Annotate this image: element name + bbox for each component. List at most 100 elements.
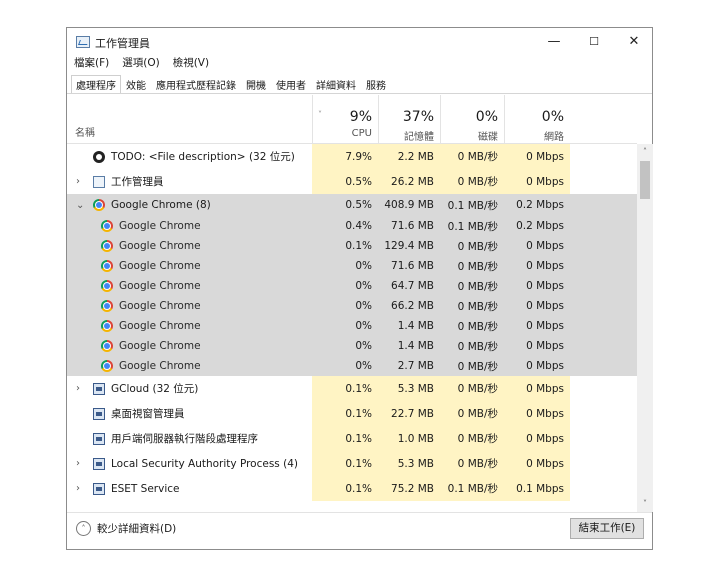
tab-performance[interactable]: 效能: [121, 75, 151, 93]
chrome-icon: [101, 320, 113, 332]
column-header-cpu[interactable]: 9% CPU: [312, 95, 378, 143]
tab-users[interactable]: 使用者: [271, 75, 311, 93]
process-cpu: 0%: [312, 336, 378, 356]
process-row[interactable]: Google Chrome 0% 2.7 MB 0 MB/秒 0 Mbps: [67, 356, 637, 376]
menu-view[interactable]: 檢視(V): [171, 55, 211, 71]
column-name-label: 名稱: [75, 128, 95, 139]
process-name: 工作管理員: [111, 176, 164, 188]
task-manager-icon: [93, 176, 105, 188]
process-cpu: 0%: [312, 316, 378, 336]
process-network: 0.2 Mbps: [504, 216, 570, 236]
process-memory: 66.2 MB: [378, 296, 440, 316]
cpu-label: CPU: [351, 128, 372, 139]
tab-services[interactable]: 服務: [361, 75, 391, 93]
process-row[interactable]: 用戶端伺服器執行階段處理程序 0.1% 1.0 MB 0 MB/秒 0 Mbps: [67, 426, 637, 451]
tab-processes[interactable]: 處理程序: [71, 75, 121, 93]
process-disk: 0.1 MB/秒: [440, 216, 504, 236]
process-network: 0 Mbps: [504, 296, 570, 316]
process-name: Local Security Authority Process (4): [111, 457, 298, 470]
process-network: 0 Mbps: [504, 144, 570, 169]
process-row[interactable]: Google Chrome 0% 64.7 MB 0 MB/秒 0 Mbps: [67, 276, 637, 296]
process-row[interactable]: › GCloud (32 位元) 0.1% 5.3 MB 0 MB/秒 0 Mbps: [67, 376, 637, 401]
process-row[interactable]: Google Chrome 0% 66.2 MB 0 MB/秒 0 Mbps: [67, 296, 637, 316]
chrome-icon: [93, 199, 105, 211]
chrome-icon: [101, 260, 113, 272]
process-disk: 0 MB/秒: [440, 276, 504, 296]
column-header-network[interactable]: 0% 網路: [504, 95, 570, 143]
column-header-name[interactable]: 名稱: [67, 95, 312, 143]
menu-options[interactable]: 選項(O): [120, 55, 161, 71]
fewer-details-toggle[interactable]: ˄ 較少詳細資料(D): [76, 521, 176, 536]
cpu-total: 9%: [349, 109, 372, 125]
process-memory: 71.6 MB: [378, 216, 440, 236]
process-network: 0 Mbps: [504, 451, 570, 476]
process-disk: 0 MB/秒: [440, 169, 504, 194]
scroll-thumb[interactable]: [640, 161, 650, 199]
close-button[interactable]: ✕: [614, 32, 654, 52]
process-memory: 1.0 MB: [378, 426, 440, 451]
expand-chevron-icon[interactable]: ›: [76, 383, 80, 394]
process-network: 0 Mbps: [504, 356, 570, 376]
process-name-cell: TODO: <File description> (32 位元): [67, 144, 312, 169]
task-manager-icon: [76, 36, 90, 48]
tab-app-history[interactable]: 應用程式歷程記錄: [151, 75, 241, 93]
process-memory: 2.2 MB: [378, 144, 440, 169]
process-name: Google Chrome: [119, 260, 201, 272]
process-network: 0 Mbps: [504, 276, 570, 296]
collapse-chevron-icon[interactable]: ⌄: [76, 200, 84, 211]
process-row[interactable]: TODO: <File description> (32 位元) 7.9% 2.2 …: [67, 144, 637, 169]
menu-file[interactable]: 檔案(F): [72, 55, 111, 71]
process-memory: 1.4 MB: [378, 336, 440, 356]
process-row[interactable]: Google Chrome 0.4% 71.6 MB 0.1 MB/秒 0.2 Mbps: [67, 216, 637, 236]
process-name-cell: Google Chrome: [67, 236, 312, 256]
process-memory: 22.7 MB: [378, 401, 440, 426]
process-row[interactable]: › ESET Service 0.1% 75.2 MB 0.1 MB/秒 0.1 Mbps: [67, 476, 637, 501]
process-row[interactable]: Google Chrome 0% 1.4 MB 0 MB/秒 0 Mbps: [67, 316, 637, 336]
process-name-cell: › ESET Service: [67, 476, 312, 501]
end-task-button[interactable]: 結束工作(E): [570, 518, 644, 539]
column-header-disk[interactable]: 0% 磁碟: [440, 95, 504, 143]
process-network: 0 Mbps: [504, 256, 570, 276]
process-row[interactable]: › Local Security Authority Process (4) 0.1…: [67, 451, 637, 476]
service-icon: [93, 408, 105, 420]
column-header-memory[interactable]: 37% 記憶體: [378, 95, 440, 143]
scroll-down-button[interactable]: ˅: [637, 496, 653, 512]
process-name-cell: Google Chrome: [67, 256, 312, 276]
minimize-button[interactable]: —: [534, 32, 574, 52]
process-disk: 0 MB/秒: [440, 296, 504, 316]
process-disk: 0 MB/秒: [440, 451, 504, 476]
process-cpu: 0.1%: [312, 476, 378, 501]
process-memory: 26.2 MB: [378, 169, 440, 194]
process-name: ESET Service: [111, 482, 180, 495]
tab-details[interactable]: 詳細資料: [311, 75, 361, 93]
process-row[interactable]: Google Chrome 0.1% 129.4 MB 0 MB/秒 0 Mbps: [67, 236, 637, 256]
process-disk: 0 MB/秒: [440, 144, 504, 169]
tab-startup[interactable]: 開機: [241, 75, 271, 93]
expand-chevron-icon[interactable]: ›: [76, 458, 80, 469]
process-row[interactable]: Google Chrome 0% 71.6 MB 0 MB/秒 0 Mbps: [67, 256, 637, 276]
process-name-cell: ⌄ Google Chrome (8): [67, 194, 312, 216]
process-row[interactable]: ⌄ Google Chrome (8) 0.5% 408.9 MB 0.1 MB/秒 0.…: [67, 194, 637, 216]
vertical-scrollbar[interactable]: ˄ ˅: [637, 144, 653, 512]
process-name-cell: Google Chrome: [67, 296, 312, 316]
expand-chevron-icon[interactable]: ›: [76, 176, 80, 187]
process-cpu: 0%: [312, 276, 378, 296]
service-icon: [93, 383, 105, 395]
process-name: TODO: <File description> (32 位元): [111, 151, 295, 163]
process-cpu: 0.1%: [312, 401, 378, 426]
expand-chevron-icon[interactable]: ›: [76, 483, 80, 494]
process-row[interactable]: › 工作管理員 0.5% 26.2 MB 0 MB/秒 0 Mbps: [67, 169, 637, 194]
scroll-up-button[interactable]: ˄: [637, 144, 653, 160]
process-disk: 0 MB/秒: [440, 236, 504, 256]
chrome-icon: [101, 280, 113, 292]
process-name-cell: Google Chrome: [67, 356, 312, 376]
chrome-icon: [101, 220, 113, 232]
process-cpu: 0.1%: [312, 376, 378, 401]
menu-bar: 檔案(F) 選項(O) 檢視(V): [72, 55, 211, 71]
process-row[interactable]: 桌面視窗管理員 0.1% 22.7 MB 0 MB/秒 0 Mbps: [67, 401, 637, 426]
maximize-button[interactable]: ☐: [574, 32, 614, 52]
process-row[interactable]: Google Chrome 0% 1.4 MB 0 MB/秒 0 Mbps: [67, 336, 637, 356]
process-cpu: 0%: [312, 356, 378, 376]
process-network: 0 Mbps: [504, 401, 570, 426]
process-name-cell: Google Chrome: [67, 276, 312, 296]
